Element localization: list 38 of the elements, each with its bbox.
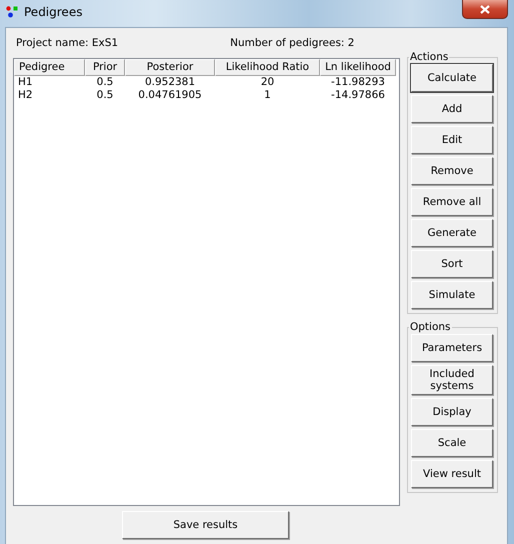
pedigree-count-label: Number of pedigrees: 2: [230, 37, 354, 49]
action-button[interactable]: Scale: [411, 429, 493, 457]
table-cell-text: H2: [17, 89, 34, 102]
action-button[interactable]: Simulate: [411, 281, 493, 309]
table-cell-text: H1: [17, 76, 34, 89]
action-button[interactable]: Remove all: [411, 188, 493, 216]
action-button[interactable]: Parameters: [411, 334, 493, 362]
table-cell-text: 0.5: [96, 76, 114, 89]
action-button[interactable]: Sort: [411, 250, 493, 278]
project-name-label: Project name: ExS1: [16, 37, 118, 49]
table-cell-text: 0.5: [96, 89, 114, 102]
table-cell-text: 0.04761905: [137, 89, 203, 102]
action-button[interactable]: Remove: [411, 157, 493, 185]
column-header[interactable]: Likelihood Ratio: [215, 59, 320, 76]
close-icon: [480, 4, 490, 14]
close-button[interactable]: [462, 0, 508, 19]
column-header[interactable]: Posterior: [125, 59, 215, 76]
table-cell-text: 20: [260, 76, 276, 89]
table-cell-text: -11.98293: [330, 76, 386, 89]
column-header[interactable]: Pedigree: [14, 59, 85, 76]
action-button[interactable]: Included systems: [411, 365, 493, 395]
action-button[interactable]: Generate: [411, 219, 493, 247]
column-header[interactable]: Prior: [85, 59, 125, 76]
table-cell-text: 1: [263, 89, 272, 102]
column-header[interactable]: Ln likelihood: [320, 59, 396, 76]
table-cell-text: 0.952381: [144, 76, 196, 89]
action-button[interactable]: Add: [411, 95, 493, 123]
table-cell-text: -14.97866: [330, 89, 386, 102]
action-button[interactable]: Edit: [411, 126, 493, 154]
app-icon: [6, 6, 18, 18]
group-title: Options: [409, 322, 452, 332]
group-title: Actions: [409, 52, 450, 62]
save-results-button[interactable]: Save results: [122, 511, 289, 539]
action-button[interactable]: Display: [411, 398, 493, 426]
action-button[interactable]: View result: [411, 460, 493, 488]
window-title: Pedigrees: [24, 4, 82, 18]
action-button[interactable]: Calculate: [411, 64, 493, 92]
pedigree-list[interactable]: Pedigree Prior Posterior Likelihood Ratio Ln likelihood H1 0.5 0.952381 20 -11.98293 H2 0.5 0.04761905 1 -14.97866: [13, 58, 400, 506]
